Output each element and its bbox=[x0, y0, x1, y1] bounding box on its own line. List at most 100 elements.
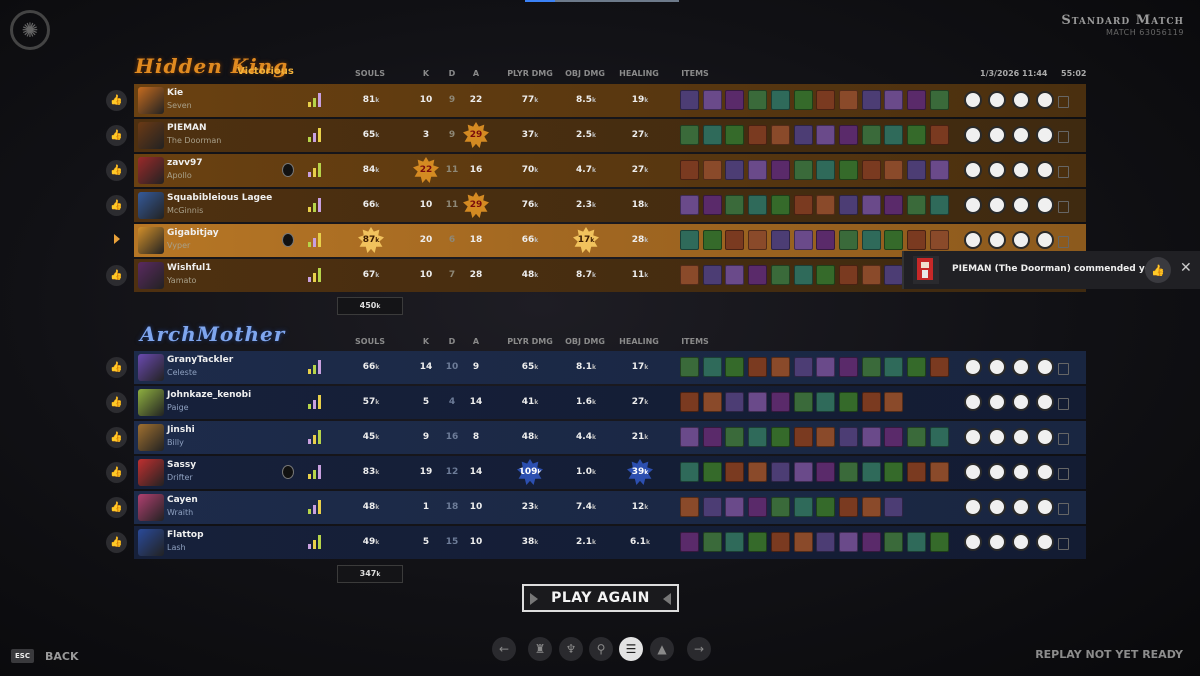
commend-button[interactable]: 👍 bbox=[106, 195, 127, 216]
close-icon[interactable]: ✕ bbox=[1180, 260, 1192, 276]
item-slot-icon[interactable] bbox=[884, 462, 904, 482]
item-slot-icon[interactable] bbox=[929, 357, 949, 377]
item-slot-icon[interactable] bbox=[748, 195, 768, 215]
item-slot-icon[interactable] bbox=[702, 532, 722, 552]
item-slot-icon[interactable] bbox=[861, 462, 881, 482]
item-slot-icon[interactable] bbox=[816, 265, 836, 285]
item-slot-icon[interactable] bbox=[725, 427, 745, 447]
player-name[interactable]: Flattop bbox=[167, 530, 204, 540]
player-name[interactable]: zavv97 bbox=[167, 158, 203, 168]
item-slot-icon[interactable] bbox=[770, 427, 790, 447]
item-slot-icon[interactable] bbox=[816, 532, 836, 552]
item-slot-icon[interactable] bbox=[907, 195, 926, 215]
item-slot-icon[interactable] bbox=[725, 125, 745, 145]
item-slot-icon[interactable] bbox=[793, 160, 813, 180]
item-slot-icon[interactable] bbox=[861, 125, 881, 145]
player-row[interactable]: 👍 Jinshi Billy 45k 9 16 8 48k 4.4k 21k bbox=[106, 421, 1086, 454]
copy-id-icon[interactable] bbox=[1058, 503, 1069, 515]
item-slot-icon[interactable] bbox=[929, 160, 949, 180]
item-slot-icon[interactable] bbox=[861, 90, 881, 110]
item-slot-icon[interactable] bbox=[725, 160, 745, 180]
item-slot-icon[interactable] bbox=[884, 427, 904, 447]
item-slot-icon[interactable] bbox=[929, 427, 949, 447]
item-slot-icon[interactable] bbox=[793, 427, 813, 447]
item-slot-icon[interactable] bbox=[838, 532, 858, 552]
item-slot-icon[interactable] bbox=[861, 427, 881, 447]
commend-button[interactable]: 👍 bbox=[106, 427, 127, 448]
item-slot-icon[interactable] bbox=[793, 462, 813, 482]
item-slot-icon[interactable] bbox=[884, 125, 904, 145]
item-slot-icon[interactable] bbox=[816, 160, 836, 180]
copy-id-icon[interactable] bbox=[1058, 96, 1069, 108]
player-row[interactable]: 👍 PIEMAN The Doorman 65k 3 9 29 37k 2.5k 27k bbox=[106, 119, 1086, 152]
item-slot-icon[interactable] bbox=[816, 90, 836, 110]
item-slot-icon[interactable] bbox=[838, 497, 858, 517]
item-slot-icon[interactable] bbox=[793, 357, 813, 377]
item-slot-icon[interactable] bbox=[838, 265, 858, 285]
item-slot-icon[interactable] bbox=[680, 230, 699, 250]
item-slot-icon[interactable] bbox=[702, 357, 722, 377]
item-slot-icon[interactable] bbox=[861, 195, 881, 215]
copy-id-icon[interactable] bbox=[1058, 468, 1069, 480]
item-slot-icon[interactable] bbox=[748, 125, 768, 145]
item-slot-icon[interactable] bbox=[680, 497, 699, 517]
item-slot-icon[interactable] bbox=[793, 392, 813, 412]
item-slot-icon[interactable] bbox=[725, 392, 745, 412]
item-slot-icon[interactable] bbox=[838, 427, 858, 447]
item-slot-icon[interactable] bbox=[770, 532, 790, 552]
item-slot-icon[interactable] bbox=[748, 90, 768, 110]
item-slot-icon[interactable] bbox=[680, 532, 699, 552]
copy-id-icon[interactable] bbox=[1058, 201, 1069, 213]
item-slot-icon[interactable] bbox=[816, 497, 836, 517]
item-slot-icon[interactable] bbox=[748, 265, 768, 285]
copy-id-icon[interactable] bbox=[1058, 236, 1069, 248]
item-slot-icon[interactable] bbox=[770, 125, 790, 145]
item-slot-icon[interactable] bbox=[929, 230, 949, 250]
player-row[interactable]: 👍 Flattop Lash 49k 5 15 10 38k 2.1k 6.1k bbox=[106, 526, 1086, 559]
player-row[interactable]: 👍 GranyTackler Celeste 66k 14 10 9 65k 8.1k 17k bbox=[106, 351, 1086, 384]
item-slot-icon[interactable] bbox=[680, 427, 699, 447]
item-slot-icon[interactable] bbox=[748, 532, 768, 552]
item-slot-icon[interactable] bbox=[793, 265, 813, 285]
copy-id-icon[interactable] bbox=[1058, 398, 1069, 410]
item-slot-icon[interactable] bbox=[816, 125, 836, 145]
back-button[interactable]: BACK bbox=[45, 650, 79, 663]
item-slot-icon[interactable] bbox=[725, 230, 745, 250]
item-slot-icon[interactable] bbox=[748, 357, 768, 377]
commend-button[interactable]: 👍 bbox=[106, 392, 127, 413]
item-slot-icon[interactable] bbox=[884, 90, 904, 110]
item-slot-icon[interactable] bbox=[816, 427, 836, 447]
item-slot-icon[interactable] bbox=[907, 90, 926, 110]
item-slot-icon[interactable] bbox=[770, 265, 790, 285]
item-slot-icon[interactable] bbox=[770, 462, 790, 482]
commend-button[interactable]: 👍 bbox=[106, 357, 127, 378]
item-slot-icon[interactable] bbox=[907, 160, 926, 180]
copy-id-icon[interactable] bbox=[1058, 538, 1069, 550]
game-logo-icon[interactable]: ✺ bbox=[10, 10, 50, 50]
item-slot-icon[interactable] bbox=[770, 357, 790, 377]
item-slot-icon[interactable] bbox=[680, 392, 699, 412]
commend-button[interactable]: 👍 bbox=[106, 497, 127, 518]
prev-page-button[interactable]: ← bbox=[492, 637, 516, 661]
player-name[interactable]: Jinshi bbox=[167, 425, 195, 435]
player-row[interactable]: 👍 Cayen Wraith 48k 1 18 10 23k 7.4k 12k bbox=[106, 491, 1086, 524]
item-slot-icon[interactable] bbox=[861, 265, 881, 285]
tab-scoreboard[interactable]: ☰ bbox=[619, 637, 643, 661]
item-slot-icon[interactable] bbox=[884, 230, 904, 250]
item-slot-icon[interactable] bbox=[816, 230, 836, 250]
item-slot-icon[interactable] bbox=[816, 462, 836, 482]
commend-button[interactable]: 👍 bbox=[106, 90, 127, 111]
item-slot-icon[interactable] bbox=[725, 462, 745, 482]
item-slot-icon[interactable] bbox=[680, 195, 699, 215]
item-slot-icon[interactable] bbox=[884, 265, 904, 285]
item-slot-icon[interactable] bbox=[793, 90, 813, 110]
item-slot-icon[interactable] bbox=[725, 532, 745, 552]
tab-map[interactable]: ⚲ bbox=[589, 637, 613, 661]
player-name[interactable]: Wishful1 bbox=[167, 263, 211, 273]
player-name[interactable]: PIEMAN bbox=[167, 123, 207, 133]
item-slot-icon[interactable] bbox=[793, 195, 813, 215]
item-slot-icon[interactable] bbox=[793, 230, 813, 250]
commend-button[interactable]: 👍 bbox=[106, 532, 127, 553]
item-slot-icon[interactable] bbox=[702, 392, 722, 412]
item-slot-icon[interactable] bbox=[838, 462, 858, 482]
